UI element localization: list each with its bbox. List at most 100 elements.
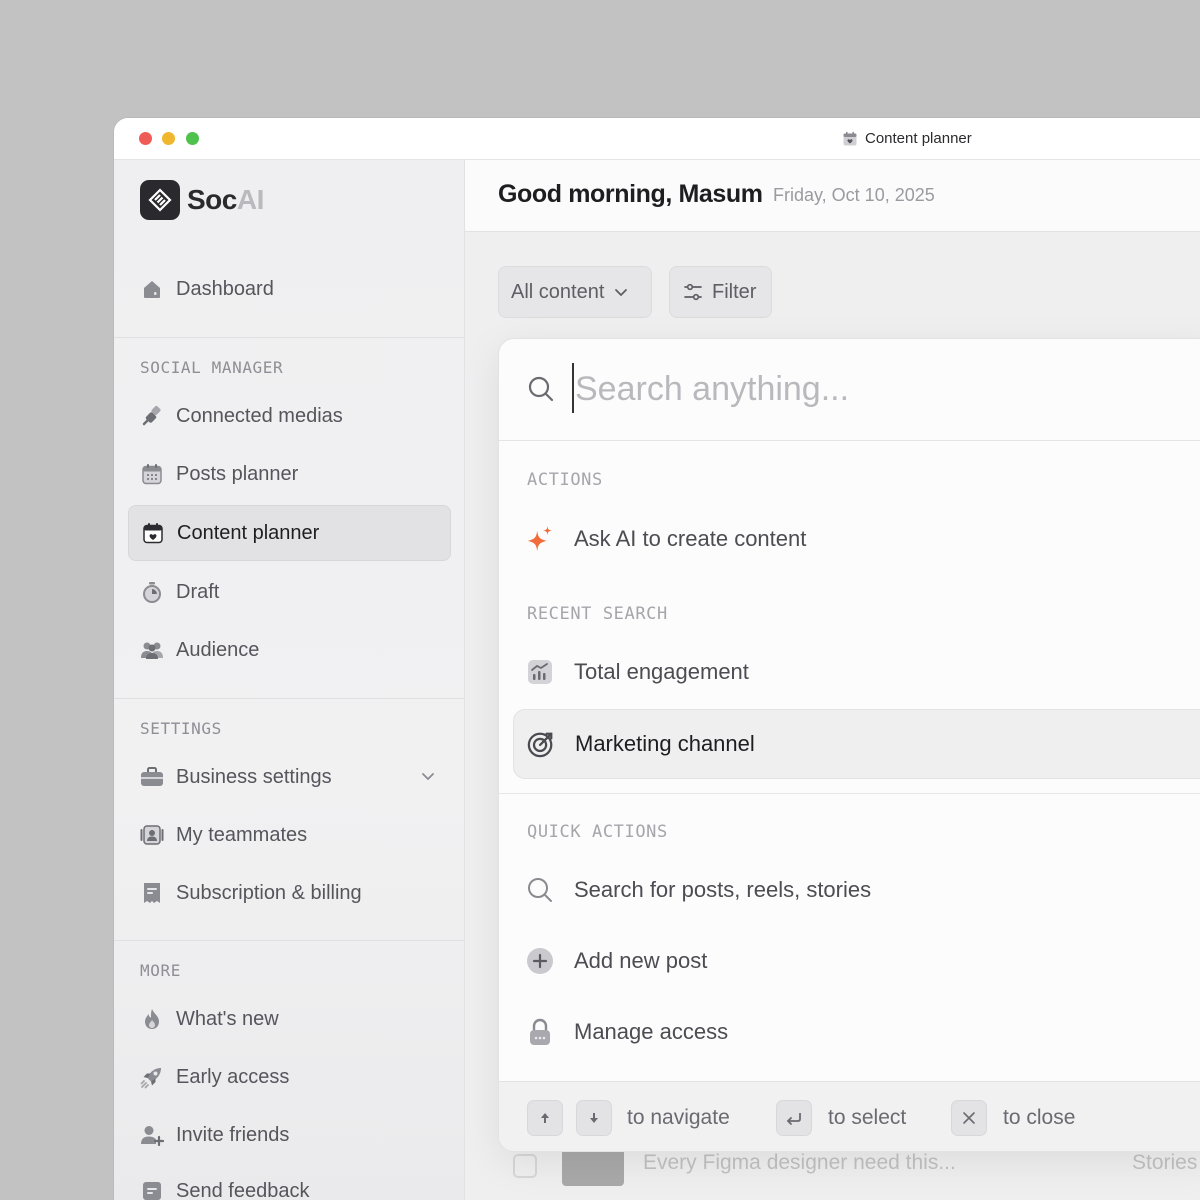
arrow-down-icon <box>590 1113 598 1123</box>
palette-item-ask-ai[interactable]: Ask AI to create content <box>513 504 1200 574</box>
close-window-button[interactable] <box>139 132 152 145</box>
timer-icon <box>140 580 164 604</box>
team-icon <box>140 823 164 847</box>
sidebar-divider <box>114 337 465 338</box>
content-type-dropdown[interactable]: All content <box>498 266 652 318</box>
sidebar-item-early-access[interactable]: Early access <box>128 1049 451 1105</box>
chevron-down-icon <box>615 289 628 297</box>
table-row[interactable]: Every Figma designer need this... Storie… <box>498 1146 1200 1200</box>
section-label-actions: ACTIONS <box>527 470 603 490</box>
sidebar-item-audience[interactable]: Audience <box>128 622 451 678</box>
sidebar-item-send-feedback[interactable]: Send feedback <box>128 1163 451 1200</box>
sidebar-item-label: Invite friends <box>176 1123 290 1146</box>
calendar-icon <box>140 462 164 486</box>
palette-item-label: Total engagement <box>574 659 749 684</box>
window-title: Content planner <box>842 130 972 147</box>
sidebar-item-label: Posts planner <box>176 462 299 485</box>
sidebar-item-whats-new[interactable]: What's new <box>128 991 451 1047</box>
sparkle-icon <box>526 525 554 553</box>
close-icon <box>963 1112 975 1124</box>
sidebar-item-label: Audience <box>176 638 260 661</box>
navigate-hint: to navigate <box>627 1106 730 1129</box>
home-icon <box>140 277 164 301</box>
palette-item-label: Add new post <box>574 948 708 973</box>
search-bar <box>499 339 1200 441</box>
brand-logo[interactable]: SocAI <box>140 180 264 220</box>
palette-item-total-engagement[interactable]: Total engagement <box>513 637 1200 707</box>
palette-item-label: Manage access <box>574 1019 729 1044</box>
arrow-up-icon <box>541 1113 549 1123</box>
calendar-heart-icon <box>141 521 165 545</box>
minimize-window-button[interactable] <box>162 132 175 145</box>
post-thumbnail <box>562 1146 624 1186</box>
row-checkbox[interactable] <box>513 1154 537 1178</box>
sidebar-item-label: Draft <box>176 580 220 603</box>
calendar-heart-icon <box>843 131 857 145</box>
content-type-dropdown-label: All content <box>511 280 605 303</box>
palette-item-label: Marketing channel <box>575 731 755 756</box>
page-header: Good morning, Masum Friday, Oct 10, 2025 <box>465 160 1200 232</box>
sidebar-item-connected-medias[interactable]: Connected medias <box>128 388 451 444</box>
filter-button[interactable]: Filter <box>669 266 772 318</box>
sidebar-item-draft[interactable]: Draft <box>128 564 451 620</box>
search-input[interactable] <box>575 359 1175 419</box>
search-icon <box>528 376 554 402</box>
sidebar: SocAI Dashboard SOCIAL MANAGER Connected… <box>114 160 465 1200</box>
sidebar-item-label: Subscription & billing <box>176 881 362 904</box>
post-title: Every Figma designer need this... <box>643 1151 956 1174</box>
arrow-down-key <box>576 1100 612 1136</box>
rocket-icon <box>140 1065 164 1089</box>
brand-name-part2: AI <box>236 184 265 215</box>
flame-icon <box>140 1007 164 1031</box>
chevron-down-icon[interactable] <box>419 767 437 785</box>
sidebar-item-label: My teammates <box>176 823 308 846</box>
logo-icon <box>140 180 180 220</box>
palette-divider <box>499 793 1200 794</box>
briefcase-icon <box>140 765 164 789</box>
sidebar-item-label: Connected medias <box>176 404 343 427</box>
filter-button-label: Filter <box>712 280 757 303</box>
lock-icon <box>526 1018 554 1046</box>
sidebar-item-business-settings[interactable]: Business settings <box>128 749 451 805</box>
sidebar-item-label: Business settings <box>176 765 332 788</box>
enter-key <box>776 1100 812 1136</box>
section-label-recent-search: RECENT SEARCH <box>527 604 668 624</box>
arrow-up-key <box>527 1100 563 1136</box>
escape-key <box>951 1100 987 1136</box>
window-title-text: Content planner <box>865 130 972 147</box>
section-label-social-manager: SOCIAL MANAGER <box>140 358 284 377</box>
return-icon <box>786 1113 801 1125</box>
brand-name-part1: Soc <box>187 184 237 215</box>
palette-item-add-new-post[interactable]: Add new post <box>513 926 1200 996</box>
sidebar-item-content-planner[interactable]: Content planner <box>128 505 451 561</box>
search-icon <box>526 876 554 904</box>
filter-sliders-icon <box>684 283 702 301</box>
sidebar-item-label: What's new <box>176 1007 279 1030</box>
sidebar-item-posts-planner[interactable]: Posts planner <box>128 446 451 502</box>
sidebar-item-my-teammates[interactable]: My teammates <box>128 807 451 863</box>
date-label: Friday, Oct 10, 2025 <box>773 185 935 205</box>
command-palette: ACTIONS Ask AI to create content RECENT … <box>498 338 1200 1152</box>
sidebar-item-label: Dashboard <box>176 277 274 300</box>
palette-item-manage-access[interactable]: Manage access <box>513 997 1200 1067</box>
sidebar-item-subscription-billing[interactable]: Subscription & billing <box>128 865 451 921</box>
section-label-settings: SETTINGS <box>140 719 222 738</box>
sidebar-divider <box>114 698 465 699</box>
palette-item-label: Ask AI to create content <box>574 526 807 551</box>
palette-footer: to navigate to select to close <box>499 1081 1200 1151</box>
maximize-window-button[interactable] <box>186 132 199 145</box>
palette-item-search-posts[interactable]: Search for posts, reels, stories <box>513 855 1200 925</box>
brand-name: SocAI <box>187 184 264 216</box>
chart-icon <box>526 658 554 686</box>
plus-circle-icon <box>526 947 554 975</box>
sidebar-item-invite-friends[interactable]: Invite friends <box>128 1107 451 1163</box>
title-bar: Content planner <box>114 118 1200 160</box>
sidebar-item-label: Content planner <box>177 521 320 544</box>
sidebar-item-dashboard[interactable]: Dashboard <box>128 261 451 317</box>
section-label-more: MORE <box>140 961 181 980</box>
page-title: Good morning, Masum <box>498 180 763 208</box>
target-icon <box>527 730 555 758</box>
palette-item-marketing-channel[interactable]: Marketing channel <box>513 709 1200 779</box>
receipt-icon <box>140 881 164 905</box>
users-icon <box>140 638 164 662</box>
